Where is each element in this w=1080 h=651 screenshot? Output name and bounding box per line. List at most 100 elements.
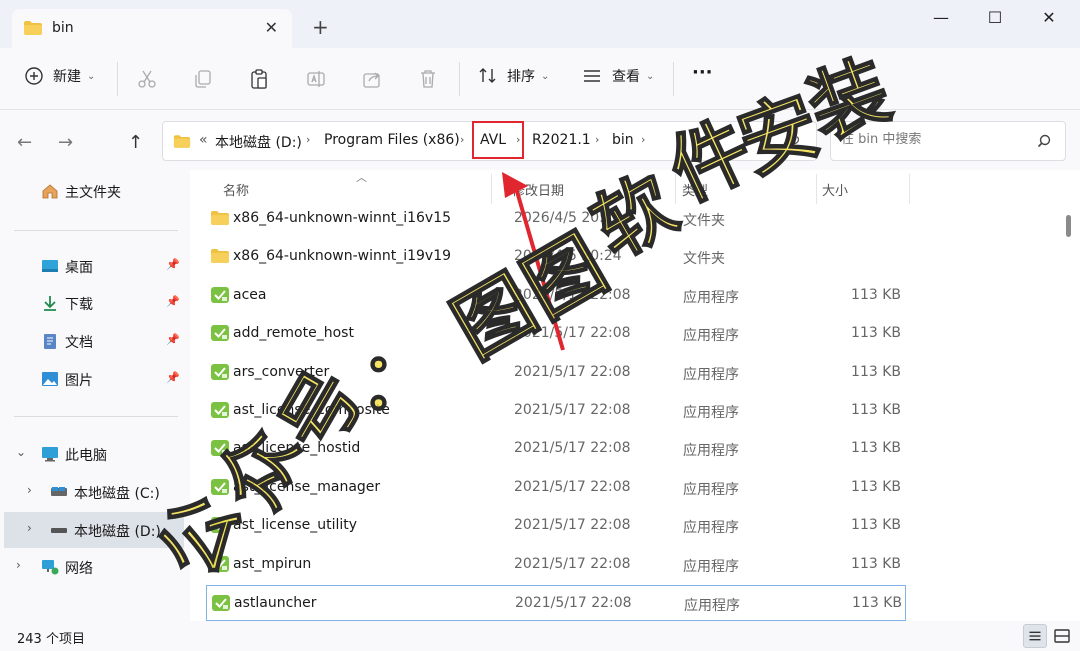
sidebar-item-label: 桌面 (65, 260, 93, 276)
table-row[interactable]: ast_license_hostid 2021/5/17 22:08 应用程序 113… (206, 431, 906, 467)
table-row[interactable]: add_remote_host 2021/5/17 22:08 应用程序 113 KB (206, 316, 906, 352)
sort-icon (479, 68, 496, 83)
table-row[interactable]: x86_64-unknown-winnt_i19v19 2026/4/5 20:2… (206, 239, 906, 275)
file-name: x86_64-unknown-winnt_i16v15 (233, 210, 452, 226)
paste-icon[interactable] (248, 68, 270, 90)
chevron-right-icon[interactable]: › (16, 558, 21, 572)
column-header-type[interactable]: 类型 (682, 180, 708, 199)
breadcrumb-drive-d[interactable]: 本地磁盘 (D:) (215, 132, 302, 152)
chevron-down-icon[interactable]: ⌄ (751, 130, 763, 146)
file-type: 应用程序 (683, 558, 739, 575)
pin-icon[interactable]: 📌 (166, 371, 180, 384)
table-row[interactable]: ast_license_composite 2021/5/17 22:08 应用程序… (206, 393, 906, 429)
view-button[interactable]: 查看 ⌄ (582, 66, 654, 86)
back-arrow-icon[interactable]: ← (17, 132, 32, 153)
file-type: 应用程序 (683, 289, 739, 306)
file-name: x86_64-unknown-winnt_i19v19 (233, 248, 452, 265)
chevron-down-icon[interactable]: ⌄ (16, 445, 26, 459)
file-date: 2021/5/17 22:08 (515, 595, 632, 611)
chevron-right-icon[interactable]: › (27, 521, 32, 535)
sort-label: 排序 (507, 69, 535, 85)
sidebar-item-home[interactable]: 主文件夹 (0, 173, 190, 209)
column-header-name[interactable]: 名称 (223, 180, 249, 199)
sidebar-item-drive-c[interactable]: › 本地磁盘 (C:) (0, 474, 190, 510)
pictures-icon (42, 372, 58, 386)
chevron-right-icon: › (516, 133, 521, 146)
scrollbar-thumb[interactable] (1066, 215, 1071, 237)
column-header-size[interactable]: 大小 (822, 180, 848, 199)
new-tab-button[interactable]: + (312, 17, 329, 37)
share-icon[interactable] (361, 68, 383, 90)
table-row[interactable]: ast_mpirun 2021/5/17 22:08 应用程序 113 KB (206, 547, 906, 583)
chevron-down-icon: ⌄ (646, 70, 655, 82)
up-arrow-icon[interactable]: ↑ (128, 132, 143, 153)
breadcrumb-r2021[interactable]: R2021.1 (532, 132, 591, 148)
more-options-button[interactable]: ··· (692, 62, 713, 83)
application-icon (211, 517, 229, 534)
view-label: 查看 (612, 69, 640, 85)
minimize-button[interactable]: — (918, 8, 964, 32)
rename-icon[interactable] (305, 68, 327, 90)
breadcrumb-overflow[interactable]: « (199, 132, 208, 148)
file-name: ast_license_hostid (233, 440, 361, 457)
sidebar-item-this-pc[interactable]: ⌄ 此电脑 (0, 436, 190, 472)
chevron-right-icon[interactable]: › (27, 483, 32, 497)
cut-icon[interactable] (136, 68, 158, 90)
copy-icon[interactable] (192, 68, 214, 90)
forward-arrow-icon[interactable]: → (58, 132, 73, 153)
sidebar-item-label: 本地磁盘 (D:) (74, 524, 161, 540)
table-row[interactable]: acea 2021/5/17 22:08 应用程序 113 KB (206, 278, 906, 314)
file-date: 2026/4/5 20:24 (514, 210, 622, 226)
file-date: 2021/5/17 22:08 (514, 363, 631, 380)
sidebar-divider (14, 230, 178, 231)
file-type: 应用程序 (683, 481, 739, 498)
tab-close-button[interactable]: ✕ (265, 18, 278, 37)
sidebar-item-downloads[interactable]: 下载 📌 (0, 285, 190, 321)
search-box[interactable] (830, 121, 1066, 161)
column-header-date[interactable]: 修改日期 (512, 180, 564, 199)
pin-icon[interactable]: 📌 (166, 333, 180, 346)
application-icon (211, 478, 229, 495)
refresh-icon[interactable]: ↻ (788, 131, 801, 149)
folder-icon (211, 211, 229, 225)
sidebar-item-network[interactable]: › 网络 (0, 549, 190, 585)
sidebar-item-pictures[interactable]: 图片 📌 (0, 361, 190, 397)
pin-icon[interactable]: 📌 (166, 295, 180, 308)
folder-icon (211, 249, 229, 264)
table-row[interactable]: ast_license_manager 2021/5/17 22:08 应用程序 11… (206, 470, 906, 506)
new-button[interactable]: 新建 ⌄ (24, 66, 95, 86)
address-bar[interactable]: « 本地磁盘 (D:) › Program Files (x86) › AVL … (162, 121, 817, 161)
search-input[interactable] (841, 132, 1031, 147)
download-icon (44, 296, 56, 311)
sidebar-item-documents[interactable]: 文档 📌 (0, 323, 190, 359)
maximize-button[interactable]: ☐ (972, 8, 1018, 32)
pin-icon[interactable]: 📌 (166, 258, 180, 271)
breadcrumb-bin[interactable]: bin (612, 132, 634, 148)
tiles-view-icon[interactable] (1050, 624, 1074, 648)
column-divider (675, 174, 676, 204)
column-divider (909, 174, 910, 204)
table-row[interactable]: ars_converter 2021/5/17 22:08 应用程序 113 KB (206, 355, 906, 391)
delete-icon[interactable] (417, 68, 439, 90)
file-size: 113 KB (851, 286, 901, 303)
file-date: 2026/4/5 20:24 (514, 248, 622, 265)
tab-bin[interactable]: bin ✕ (12, 9, 292, 48)
table-row[interactable]: ast_license_utility 2021/5/17 22:08 应用程序 11… (206, 508, 906, 544)
sidebar-item-drive-d[interactable]: › 本地磁盘 (D:) (4, 512, 184, 548)
table-row[interactable]: astlauncher 2021/5/17 22:08 应用程序 113 KB (206, 585, 906, 621)
breadcrumb-program-files[interactable]: Program Files (x86) (324, 132, 460, 148)
file-type: 应用程序 (683, 405, 739, 421)
chevron-down-icon: ⌄ (87, 70, 96, 82)
file-name: ast_license_composite (233, 402, 390, 418)
sort-button[interactable]: 排序 ⌄ (478, 66, 549, 86)
sidebar-item-label: 本地磁盘 (C:) (74, 486, 160, 502)
sidebar-item-desktop[interactable]: 桌面 📌 (0, 248, 190, 284)
close-button[interactable]: ✕ (1026, 8, 1072, 32)
table-row[interactable]: x86_64-unknown-winnt_i16v15 2026/4/5 20:2… (206, 201, 906, 237)
chevron-right-icon: › (641, 133, 646, 146)
command-bar: 新建 ⌄ 排序 ⌄ 查看 ⌄ ··· (0, 48, 1080, 110)
details-view-icon[interactable] (1023, 624, 1047, 648)
breadcrumb-avl[interactable]: AVL (480, 132, 506, 148)
title-bar: bin ✕ + — ☐ ✕ (0, 0, 1080, 48)
file-size: 113 KB (851, 555, 901, 572)
